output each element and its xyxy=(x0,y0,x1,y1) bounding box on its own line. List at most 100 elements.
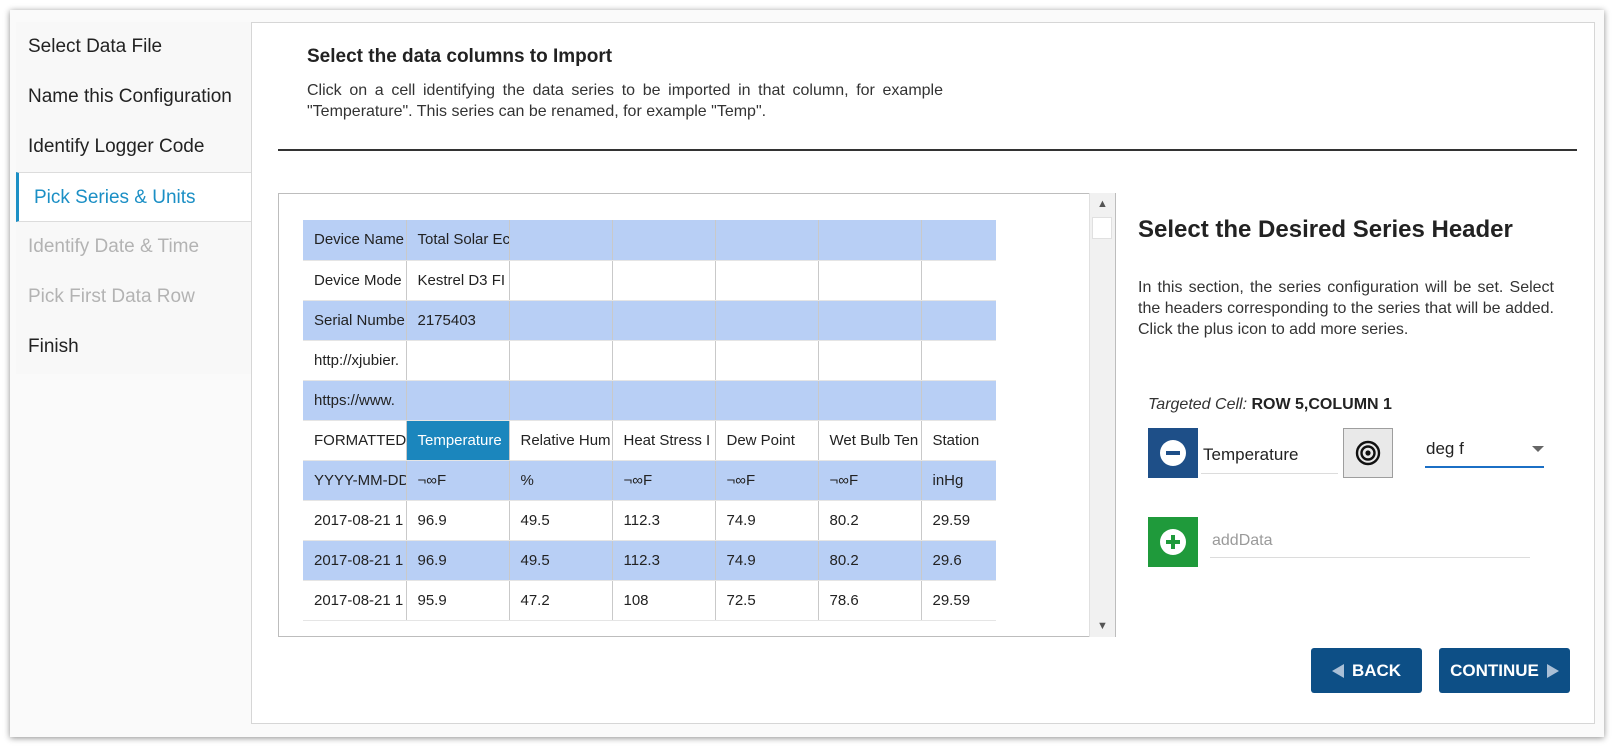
table-cell[interactable]: 49.5 xyxy=(509,540,613,581)
table-cell[interactable]: 80.2 xyxy=(818,540,922,581)
table-cell[interactable]: Device Mode xyxy=(303,260,407,301)
step-finish[interactable]: Finish xyxy=(16,322,251,372)
page-description: Click on a cell identifying the data ser… xyxy=(307,82,943,120)
table-cell[interactable] xyxy=(818,220,922,261)
table-cell[interactable] xyxy=(818,300,922,341)
table-cell[interactable]: Heat Stress I xyxy=(612,420,716,461)
table-cell[interactable]: 2017-08-21 1 xyxy=(303,580,407,621)
table-cell[interactable]: Dew Point xyxy=(715,420,819,461)
table-row: Serial Numbe 2175403 xyxy=(303,300,996,341)
table-cell[interactable]: 78.6 xyxy=(818,580,922,621)
table-cell[interactable]: YYYY-MM-DD xyxy=(303,460,407,501)
step-name-configuration[interactable]: Name this Configuration xyxy=(16,72,251,122)
scroll-down-icon[interactable]: ▼ xyxy=(1090,615,1115,637)
page-title: Select the data columns to Import xyxy=(307,46,613,67)
table-cell[interactable]: http://xjubier. xyxy=(303,340,407,381)
step-select-data-file[interactable]: Select Data File xyxy=(16,22,251,72)
table-cell[interactable]: 112.3 xyxy=(612,540,716,581)
table-cell[interactable]: 80.2 xyxy=(818,500,922,541)
table-cell[interactable] xyxy=(612,300,716,341)
table-cell[interactable] xyxy=(509,340,613,381)
unit-select[interactable]: deg f xyxy=(1425,432,1544,468)
table-cell[interactable] xyxy=(921,380,996,421)
step-identify-logger-code[interactable]: Identify Logger Code xyxy=(16,122,251,172)
table-cell[interactable]: 74.9 xyxy=(715,540,819,581)
table-cell[interactable] xyxy=(921,300,996,341)
table-cell[interactable]: % xyxy=(509,460,613,501)
table-cell[interactable] xyxy=(715,220,819,261)
table-cell[interactable] xyxy=(818,260,922,301)
table-cell[interactable]: Serial Numbe xyxy=(303,300,407,341)
table-cell[interactable] xyxy=(715,340,819,381)
scroll-thumb[interactable] xyxy=(1092,217,1112,239)
grid-scrollbar[interactable]: ▲ ▼ xyxy=(1089,193,1115,637)
table-cell[interactable] xyxy=(509,220,613,261)
targeted-cell-value: ROW 5,COLUMN 1 xyxy=(1251,396,1392,413)
series-panel-description: In this section, the series configuratio… xyxy=(1138,279,1554,338)
table-cell[interactable]: 95.9 xyxy=(406,580,510,621)
data-table: Device Name Total Solar Ec Device Mode Kest… xyxy=(303,220,996,621)
table-cell[interactable]: 74.9 xyxy=(715,500,819,541)
table-cell[interactable]: Temperature xyxy=(406,420,510,461)
table-cell[interactable]: https://www. xyxy=(303,380,407,421)
table-cell[interactable] xyxy=(612,380,716,421)
table-cell[interactable] xyxy=(818,380,922,421)
table-cell[interactable]: Relative Hum xyxy=(509,420,613,461)
table-cell[interactable] xyxy=(715,260,819,301)
table-cell[interactable] xyxy=(612,220,716,261)
table-cell[interactable]: 29.6 xyxy=(921,540,996,581)
continue-button[interactable]: CONTINUE xyxy=(1439,648,1570,693)
table-cell[interactable]: 2175403 xyxy=(406,300,510,341)
table-cell[interactable]: 29.59 xyxy=(921,580,996,621)
table-cell[interactable]: Kestrel D3 FI xyxy=(406,260,510,301)
data-grid: Device Name Total Solar Ec Device Mode Kest… xyxy=(278,193,1116,637)
table-row: 2017-08-21 1 96.9 49.5 112.3 74.9 80.2 29.6 xyxy=(303,540,996,581)
step-identify-date-time: Identify Date & Time xyxy=(28,236,200,257)
table-cell[interactable] xyxy=(818,340,922,381)
target-cell-button[interactable] xyxy=(1343,428,1393,478)
table-cell[interactable]: 2017-08-21 1 xyxy=(303,500,407,541)
table-cell[interactable]: ¬∞F xyxy=(612,460,716,501)
table-cell[interactable]: 108 xyxy=(612,580,716,621)
table-cell[interactable] xyxy=(715,300,819,341)
add-series-button[interactable] xyxy=(1148,517,1198,567)
table-cell[interactable] xyxy=(406,340,510,381)
table-cell[interactable] xyxy=(612,340,716,381)
table-cell[interactable] xyxy=(921,220,996,261)
table-cell[interactable]: 47.2 xyxy=(509,580,613,621)
series-name-field[interactable]: Temperature xyxy=(1201,437,1338,474)
table-cell[interactable] xyxy=(921,340,996,381)
table-cell[interactable]: 72.5 xyxy=(715,580,819,621)
back-button[interactable]: BACK xyxy=(1311,648,1422,693)
table-cell[interactable] xyxy=(509,300,613,341)
remove-series-button[interactable] xyxy=(1148,428,1198,478)
table-cell[interactable] xyxy=(921,260,996,301)
table-cell[interactable]: inHg xyxy=(921,460,996,501)
table-cell[interactable]: 2017-08-21 1 xyxy=(303,540,407,581)
table-cell[interactable] xyxy=(406,380,510,421)
table-cell[interactable]: ¬∞F xyxy=(818,460,922,501)
step-pick-series-units[interactable]: Pick Series & Units xyxy=(16,172,251,222)
table-cell[interactable]: 49.5 xyxy=(509,500,613,541)
table-cell[interactable]: 96.9 xyxy=(406,500,510,541)
add-data-input[interactable] xyxy=(1210,525,1530,558)
table-cell[interactable]: 96.9 xyxy=(406,540,510,581)
table-cell[interactable] xyxy=(715,380,819,421)
table-cell[interactable]: 29.59 xyxy=(921,500,996,541)
caret-down-icon xyxy=(1532,446,1544,452)
table-cell[interactable]: Wet Bulb Ten xyxy=(818,420,922,461)
table-cell[interactable]: FORMATTED xyxy=(303,420,407,461)
table-cell[interactable]: Station xyxy=(921,420,996,461)
table-row: 2017-08-21 1 95.9 47.2 108 72.5 78.6 29.59 xyxy=(303,580,996,621)
plus-circle-icon xyxy=(1160,529,1186,555)
table-cell[interactable]: 112.3 xyxy=(612,500,716,541)
table-cell[interactable]: ¬∞F xyxy=(406,460,510,501)
table-cell[interactable]: Total Solar Ec xyxy=(406,220,510,261)
table-cell[interactable] xyxy=(509,260,613,301)
back-button-label: BACK xyxy=(1351,660,1402,680)
table-cell[interactable]: Device Name xyxy=(303,220,407,261)
table-cell[interactable]: ¬∞F xyxy=(715,460,819,501)
scroll-up-icon[interactable]: ▲ xyxy=(1090,193,1115,215)
table-cell[interactable] xyxy=(509,380,613,421)
table-cell[interactable] xyxy=(612,260,716,301)
